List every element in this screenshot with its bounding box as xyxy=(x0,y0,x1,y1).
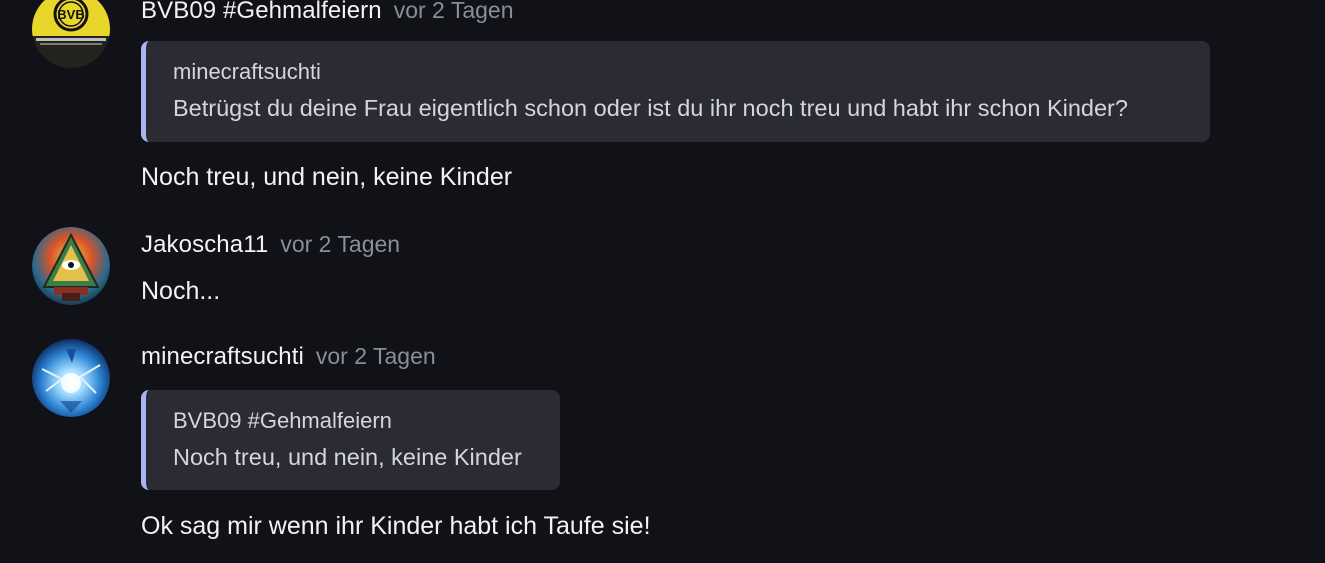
message-text: Noch treu, und nein, keine Kinder xyxy=(141,163,513,191)
message-header: BVB09 #Gehmalfeiern vor 2 Tagen xyxy=(141,0,514,24)
blue-energy-avatar xyxy=(32,339,110,417)
message-header: minecraftsuchti vor 2 Tagen xyxy=(141,342,436,370)
message-text: Ok sag mir wenn ihr Kinder habt ich Tauf… xyxy=(141,512,651,540)
timestamp: vor 2 Tagen xyxy=(393,0,514,23)
author-name[interactable]: BVB09 #Gehmalfeiern xyxy=(141,0,382,24)
quote-author: minecraftsuchti xyxy=(173,59,321,84)
message-header: Jakoscha11 vor 2 Tagen xyxy=(141,230,400,258)
timestamp: vor 2 Tagen xyxy=(280,231,401,257)
reply-quote[interactable]: minecraftsuchti Betrügst du deine Frau e… xyxy=(141,41,1210,142)
pyramid-eye-avatar xyxy=(32,227,110,305)
message-text: Noch... xyxy=(141,277,221,305)
reply-quote[interactable]: BVB09 #Gehmalfeiern Noch treu, und nein,… xyxy=(141,390,560,490)
quote-author: BVB09 #Gehmalfeiern xyxy=(173,408,392,433)
avatar[interactable] xyxy=(32,227,110,305)
quote-text: Betrügst du deine Frau eigentlich schon … xyxy=(173,95,1128,121)
chat-message-list: BVB BVB09 #Gehmalfeiern vor 2 Tagen minec… xyxy=(0,0,1325,563)
author-name[interactable]: Jakoscha11 xyxy=(141,231,268,258)
quote-text: Noch treu, und nein, keine Kinder xyxy=(173,444,522,470)
author-name[interactable]: minecraftsuchti xyxy=(141,343,304,370)
timestamp: vor 2 Tagen xyxy=(315,343,436,369)
svg-text:BVB: BVB xyxy=(57,7,84,22)
avatar[interactable]: BVB xyxy=(32,0,110,68)
bvb-logo-avatar: BVB xyxy=(32,0,110,68)
avatar[interactable] xyxy=(32,339,110,417)
